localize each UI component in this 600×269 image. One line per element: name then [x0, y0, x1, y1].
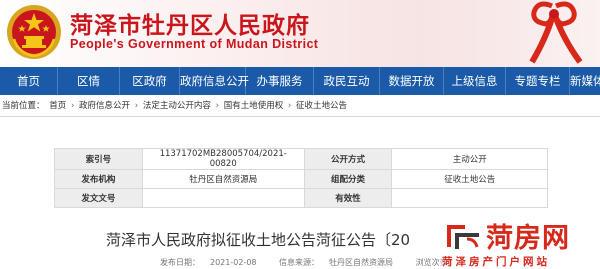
nav-new-media[interactable]: 新媒体 [570, 67, 600, 95]
publisher-value: 牡丹区自然资源局 [141, 169, 305, 189]
site-title: 菏泽市牡丹区人民政府 [70, 13, 310, 39]
source-value: 牡丹区自然资源局 [329, 258, 394, 267]
national-emblem-icon [7, 5, 61, 59]
site-banner: 菏泽市牡丹区人民政府 People's Government of Mudan … [0, 0, 600, 67]
breadcrumb-divider [0, 116, 600, 117]
table-row: 索引号 11371702MB28005704/2021-00820 公开方式 主… [54, 148, 548, 170]
nav-open-data[interactable]: 数据开放 [380, 67, 444, 95]
document-number-label: 发文文号 [54, 188, 143, 208]
main-nav: 首页 区情 区政府 政府信息公开 办事服务 政民互动 数据开放 上级信息 专题专… [0, 67, 600, 95]
nav-district-info[interactable]: 区情 [58, 67, 120, 95]
validity-value [391, 188, 548, 208]
nav-services[interactable]: 办事服务 [246, 67, 314, 95]
nav-special-topics[interactable]: 专题专栏 [506, 67, 570, 95]
category-label: 组配分类 [303, 169, 393, 189]
source-label: 信息来源： [279, 258, 320, 267]
disclosure-method-value: 主动公开 [391, 148, 548, 170]
breadcrumb-info-disclosure[interactable]: 政府信息公开 [79, 101, 130, 111]
breadcrumb-separator: › [215, 101, 219, 111]
breadcrumb-separator: › [70, 101, 75, 111]
breadcrumb-land-use-rights[interactable]: 国有土地使用权 [224, 101, 284, 111]
publish-date: 发布日期： 2021-02-08 [160, 258, 267, 267]
nav-home[interactable]: 首页 [0, 67, 58, 95]
validity-label: 有效性 [303, 188, 393, 208]
document-number-value [141, 188, 305, 208]
document-info-table: 索引号 11371702MB28005704/2021-00820 公开方式 主… [54, 148, 548, 208]
index-number-value: 11371702MB28005704/2021-00820 [141, 148, 305, 170]
publish-date-label: 发布日期： [160, 258, 200, 267]
breadcrumb-prefix: 当前位置： [2, 101, 45, 111]
disclosure-method-label: 公开方式 [303, 148, 393, 170]
nav-district-government[interactable]: 区政府 [120, 67, 180, 95]
site-subtitle: People's Government of Mudan District [70, 37, 319, 51]
red-ribbon-icon [529, 1, 583, 64]
article-title: 菏泽市人民政府拟征收土地公告菏征公告〔20 [106, 231, 411, 249]
hefang-watermark: 菏房网 菏泽房产门户网站 [440, 216, 600, 269]
breadcrumb-statutory-content[interactable]: 法定主动公开内容 [143, 101, 211, 111]
nav-interaction[interactable]: 政民互动 [314, 67, 380, 95]
source: 信息来源： 牡丹区自然资源局 [279, 258, 403, 267]
breadcrumb-home[interactable]: 首页 [49, 101, 66, 111]
category-value: 征收土地公告 [391, 169, 548, 189]
breadcrumb-separator: › [287, 101, 292, 111]
article-meta: 发布日期： 2021-02-08 信息来源： 牡丹区自然资源局 浏览次数： [160, 257, 466, 268]
table-row: 发布机构 牡丹区自然资源局 组配分类 征收土地公告 [54, 169, 548, 189]
table-row: 发文文号 有效性 [54, 188, 548, 208]
nav-government-info-disclosure[interactable]: 政府信息公开 [180, 67, 249, 95]
index-number-label: 索引号 [54, 148, 143, 170]
breadcrumb-separator: › [134, 101, 139, 111]
publisher-label: 发布机构 [54, 169, 143, 189]
publish-date-value: 2021-02-08 [210, 258, 257, 267]
breadcrumb-land-acquisition-notice[interactable]: 征收土地公告 [296, 101, 347, 111]
hefang-logo-icon [447, 225, 479, 249]
watermark-slogan: 菏泽房产门户网站 [442, 256, 550, 268]
nav-higher-level-info[interactable]: 上级信息 [444, 67, 506, 95]
breadcrumb: 当前位置： 首页 › 政府信息公开 › 法定主动公开内容 › 国有土地使用权 ›… [2, 99, 349, 113]
watermark-name: 菏房网 [486, 223, 570, 254]
